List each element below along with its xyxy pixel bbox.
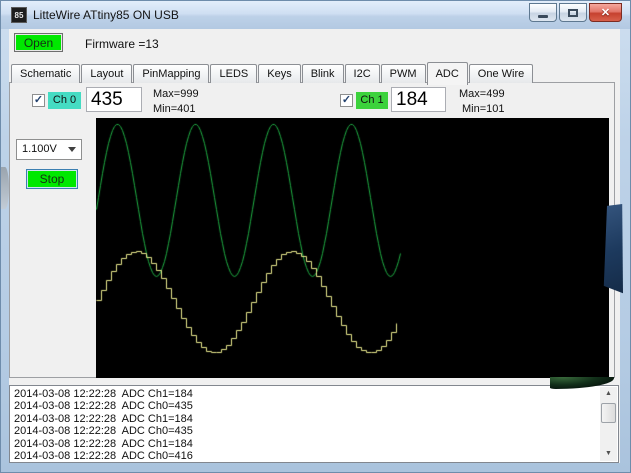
open-button[interactable]: Open <box>14 33 63 52</box>
tab-leds[interactable]: LEDS <box>210 64 257 83</box>
minimize-button[interactable] <box>529 3 557 22</box>
desktop-artifact-left <box>1 167 9 209</box>
tab-blink[interactable]: Blink <box>302 64 344 83</box>
firmware-label: Firmware =13 <box>85 37 159 51</box>
stop-button[interactable]: Stop <box>26 169 78 189</box>
scrollbar-thumb[interactable] <box>601 403 616 423</box>
log-line: 2014-03-08 12:22:28 ADC Ch0=435 <box>14 425 614 437</box>
app-icon: 85 <box>11 7 27 23</box>
adc-ch0-checkbox[interactable]: ✓ <box>32 94 45 107</box>
close-button[interactable]: ✕ <box>589 3 622 22</box>
tab-adc[interactable]: ADC <box>427 62 468 85</box>
title-bar: 85 LitteWire ATtiny85 ON USB ✕ <box>1 1 631 29</box>
adc-ch0-value[interactable]: 435 <box>86 87 142 112</box>
chevron-down-icon <box>68 147 76 152</box>
maximize-button[interactable] <box>559 3 587 22</box>
voltage-ref-select[interactable]: 1.100V <box>16 139 82 160</box>
check-icon: ✓ <box>342 94 351 106</box>
adc-ch1-value[interactable]: 184 <box>391 87 446 112</box>
log-scrollbar[interactable]: ▲ ▼ <box>600 387 617 461</box>
voltage-ref-value: 1.100V <box>22 143 57 155</box>
tab-keys[interactable]: Keys <box>258 64 300 83</box>
adc-ch0-label: Ch 0 <box>48 92 81 109</box>
caption-buttons: ✕ <box>529 3 622 22</box>
tab-one-wire[interactable]: One Wire <box>469 64 533 83</box>
adc-ch0-min: Min=401 <box>153 103 196 115</box>
tab-strip: SchematicLayoutPinMappingLEDSKeysBlinkI2… <box>11 62 534 83</box>
tab-schematic[interactable]: Schematic <box>11 64 80 83</box>
log-box[interactable]: 2014-03-08 12:22:28 ADC Ch1=1842014-03-0… <box>9 385 619 463</box>
log-line: 2014-03-08 12:22:28 ADC Ch0=435 <box>14 400 614 412</box>
tab-i2c[interactable]: I2C <box>345 64 380 83</box>
scroll-up-icon[interactable]: ▲ <box>600 387 617 401</box>
maximize-icon <box>568 9 578 17</box>
adc-ch1-min: Min=101 <box>462 103 505 115</box>
tab-pwm[interactable]: PWM <box>381 64 426 83</box>
window-title: LitteWire ATtiny85 ON USB <box>33 8 179 22</box>
adc-tab-panel: ✓ Ch 0 435 Max=999 Min=401 ✓ Ch 1 184 Ma… <box>9 82 615 378</box>
client-area: Open Firmware =13 SchematicLayoutPinMapp… <box>9 29 620 463</box>
scroll-down-icon[interactable]: ▼ <box>600 447 617 461</box>
tab-layout[interactable]: Layout <box>81 64 132 83</box>
adc-ch0-max: Max=999 <box>153 88 199 100</box>
tab-pinmapping[interactable]: PinMapping <box>133 64 209 83</box>
adc-ch1-label: Ch 1 <box>356 92 388 109</box>
scope-canvas <box>96 118 609 378</box>
adc-ch1-checkbox[interactable]: ✓ <box>340 94 353 107</box>
app-window: 85 LitteWire ATtiny85 ON USB ✕ Open Firm… <box>0 0 631 473</box>
adc-ch1-max: Max=499 <box>459 88 505 100</box>
minimize-icon <box>538 15 548 18</box>
check-icon: ✓ <box>34 94 43 106</box>
log-line: 2014-03-08 12:22:28 ADC Ch1=184 <box>14 438 614 450</box>
log-line: 2014-03-08 12:22:28 ADC Ch1=184 <box>14 413 614 425</box>
log-lines: 2014-03-08 12:22:28 ADC Ch1=1842014-03-0… <box>10 386 618 463</box>
log-line: 2014-03-08 12:22:28 ADC Ch1=184 <box>14 388 614 400</box>
log-line: 2014-03-08 12:22:28 ADC Ch0=416 <box>14 450 614 462</box>
